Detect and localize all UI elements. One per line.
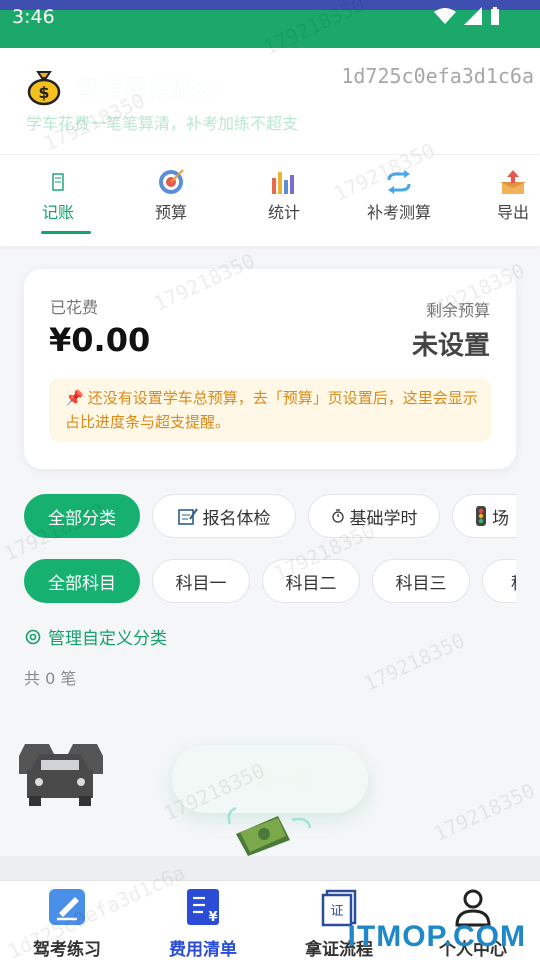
tab-label: 预算 [154, 203, 187, 222]
tab-budget[interactable]: 预算 [121, 163, 221, 241]
spent-label: 已花费 [50, 298, 99, 317]
chip-field[interactable]: 场 [452, 494, 516, 538]
manage-link-label: 管理自定义分类 [48, 629, 167, 649]
tab-label: 统计 [267, 203, 300, 222]
chip-label: 报名体检 [202, 508, 271, 529]
budget-tip: 📌 还没有设置学车总预算，去「预算」页设置后，这里会显示占比进度条与超支提醒。 [49, 378, 491, 442]
chip-label: 科目二 [285, 573, 337, 594]
chip-label: 科目一 [175, 573, 227, 594]
battery-icon [491, 7, 499, 25]
tab-stats[interactable]: 统计 [234, 163, 334, 241]
manage-custom-categories-link[interactable]: 管理自定义分类 [24, 624, 167, 649]
tab-export[interactable]: 导出 [463, 163, 540, 241]
chip-all-subjects[interactable]: 全部科目 [24, 559, 140, 603]
signal-icon [464, 7, 482, 25]
chip-all-categories[interactable]: 全部分类 [24, 494, 140, 538]
watermark: 179218350 [430, 778, 539, 846]
tab-label: 记账 [41, 203, 74, 222]
spending-summary-card: 已花费 ¥0.00 剩余预算 未设置 📌 还没有设置学车总预算，去「预算」页设置后… [24, 269, 516, 469]
subject-filter-row: 全部科目 科目一 科目二 科目三 科 [24, 559, 516, 603]
budget-tip-text: 还没有设置学车总预算，去「预算」页设置后，这里会显示占比进度条与超支提醒。 [65, 389, 478, 431]
chip-label: 科目三 [395, 573, 447, 594]
svg-text:¥: ¥ [208, 910, 217, 925]
status-bar: 3:46 [0, 0, 540, 48]
refresh-icon [384, 167, 414, 197]
app-header: $ 驾考费用账本 学车花费一笔笔算清，补考加练不超支 1d725c0efa3d1… [0, 48, 540, 154]
tab-label: 补考测算 [366, 203, 431, 222]
book-icon [43, 167, 73, 197]
status-time: 3:46 [12, 6, 55, 28]
record-count: 共 0 笔 [24, 669, 77, 688]
nav-exam-practice[interactable]: 驾考练习 [2, 885, 132, 960]
pushpin-icon: 📌 [65, 389, 84, 407]
bar-chart-icon [269, 167, 299, 197]
settings-gear-icon [25, 629, 41, 644]
chip-basic-hours[interactable]: 基础学时 [308, 494, 440, 538]
bill-list-icon: ¥ [181, 885, 225, 929]
remaining-budget-value: 未设置 [411, 331, 490, 361]
spent-amount: ¥0.00 [49, 321, 151, 359]
chip-subject-4[interactable]: 科 [482, 559, 516, 603]
active-tab-indicator [41, 231, 91, 234]
chip-label: 基础学时 [349, 508, 418, 529]
chip-registration-exam[interactable]: 报名体检 [152, 494, 296, 538]
content-bottom-strip [0, 856, 540, 880]
category-filter-row: 全部分类 报名体检 基础学时 场 [24, 494, 516, 538]
stopwatch-icon [331, 509, 345, 523]
chip-subject-3[interactable]: 科目三 [372, 559, 470, 603]
chip-label: 全部分类 [48, 508, 116, 529]
flying-money-icon [227, 806, 312, 856]
device-id: 1d725c0efa3d1c6a [341, 64, 534, 88]
exam-pen-icon [45, 885, 89, 929]
tab-label: 导出 [496, 203, 529, 222]
remaining-budget-label: 剩余预算 [425, 301, 490, 320]
nav-expense-list[interactable]: ¥ 费用清单 [138, 885, 268, 960]
watermark: 179218350 [360, 628, 469, 696]
system-icons [434, 7, 500, 25]
chip-subject-1[interactable]: 科目一 [152, 559, 250, 603]
cars-illustration-icon [19, 744, 103, 806]
brand-overlay: ITMOP.COM [347, 920, 526, 953]
svg-text:证: 证 [330, 904, 343, 919]
chip-label: 场 [492, 508, 509, 529]
export-box-icon [498, 167, 528, 197]
wifi-icon [434, 8, 456, 24]
chip-label: 全部科目 [48, 573, 116, 594]
chip-subject-2[interactable]: 科目二 [262, 559, 360, 603]
nav-label: 费用清单 [169, 940, 237, 960]
nav-label: 驾考练习 [33, 940, 101, 960]
app-subtitle: 学车花费一笔笔算清，补考加练不超支 [26, 114, 299, 133]
svg-text:$: $ [38, 83, 49, 102]
chip-label: 科 [511, 569, 516, 594]
tab-record[interactable]: 记账 [8, 163, 108, 241]
clipboard-icon [177, 507, 198, 525]
traffic-light-icon [475, 506, 487, 526]
app-title: 驾考费用账本 [76, 76, 220, 104]
money-bag-icon: $ [27, 71, 61, 106]
tab-retake-estimate[interactable]: 补考测算 [349, 163, 449, 241]
target-icon [156, 167, 186, 197]
top-tab-bar: 记账 预算 统计 补考测算 导出 [0, 154, 540, 246]
